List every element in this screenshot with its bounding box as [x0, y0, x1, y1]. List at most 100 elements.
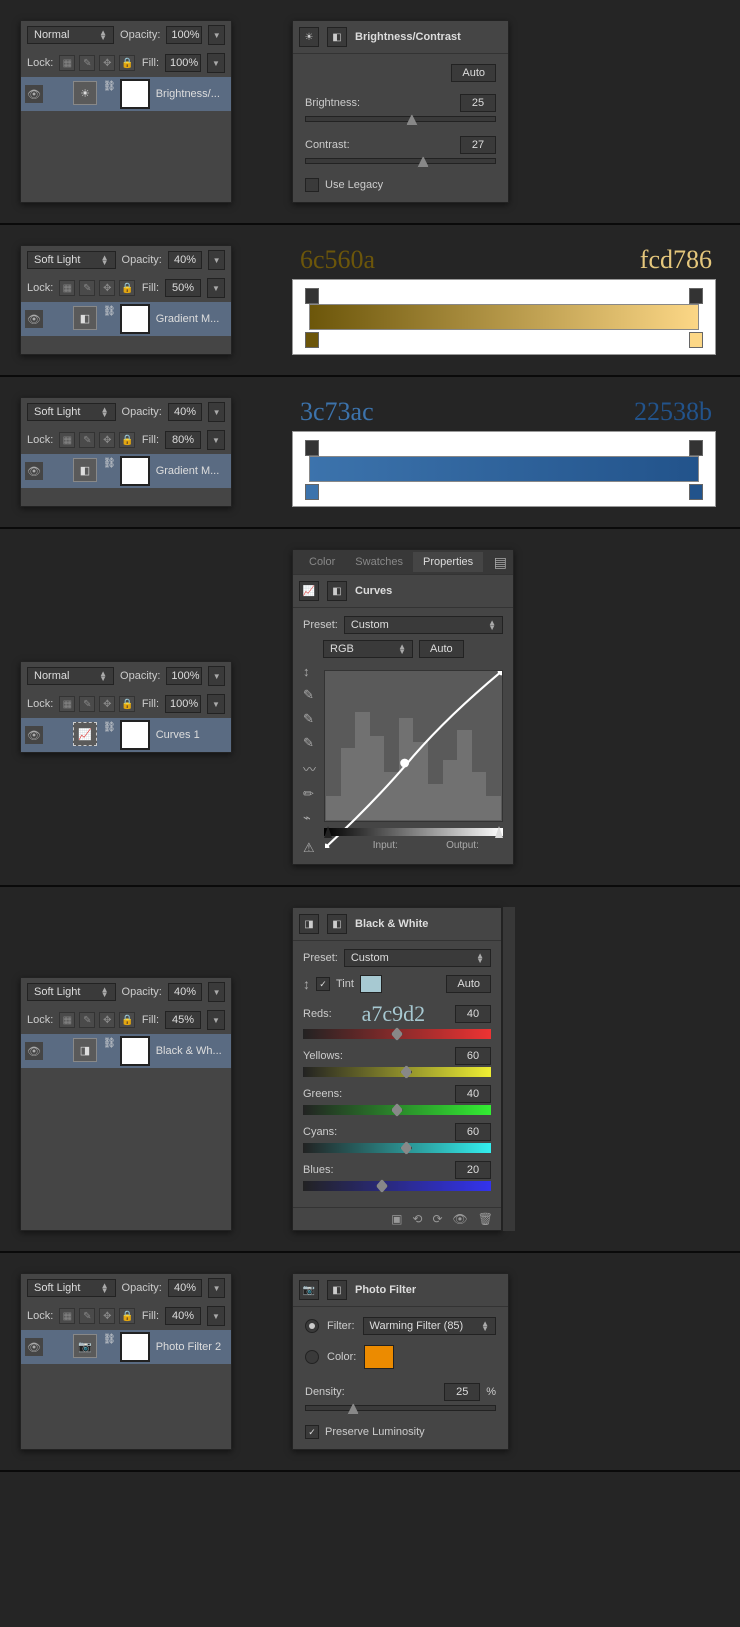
bw-value[interactable]: 20: [455, 1161, 491, 1179]
color-stop-left[interactable]: [305, 332, 319, 348]
blend-mode-dropdown[interactable]: Normal▲▼: [27, 26, 114, 44]
tab-swatches[interactable]: Swatches: [345, 552, 413, 572]
lock-paint-icon[interactable]: ✎: [79, 55, 95, 71]
fill-input[interactable]: 40%: [165, 1307, 201, 1325]
opacity-input[interactable]: 100%: [166, 26, 202, 44]
panel-menu-icon[interactable]: ▤: [494, 554, 507, 571]
mask-thumb[interactable]: [122, 81, 148, 107]
preset-dropdown[interactable]: Custom▲▼: [344, 616, 503, 634]
opacity-stop-left[interactable]: [305, 288, 319, 304]
mask-icon[interactable]: ◧: [327, 914, 347, 934]
gradient-editor[interactable]: [292, 431, 716, 507]
brightness-value[interactable]: 25: [460, 94, 496, 112]
eyedropper-gray-icon[interactable]: ✎: [303, 711, 316, 727]
gradient-editor[interactable]: [292, 279, 716, 355]
preserve-checkbox[interactable]: ✓: [305, 1425, 319, 1439]
bw-value[interactable]: 60: [455, 1047, 491, 1065]
prev-state-icon[interactable]: ⟲: [412, 1212, 422, 1226]
layer-row[interactable]: 👁 ◧⛓ Gradient M...: [21, 302, 231, 336]
fill-input[interactable]: 100%: [165, 695, 201, 713]
tab-properties[interactable]: Properties: [413, 552, 483, 572]
brightness-slider[interactable]: [305, 116, 496, 122]
color-radio[interactable]: [305, 1350, 319, 1364]
bw-slider[interactable]: [303, 1029, 491, 1039]
layer-row[interactable]: 👁 ◧⛓ Gradient M...: [21, 454, 231, 488]
eyedropper-black-icon[interactable]: ✎: [303, 687, 316, 703]
opacity-input[interactable]: 100%: [166, 667, 202, 685]
bw-value[interactable]: 40: [455, 1085, 491, 1103]
opacity-input[interactable]: 40%: [168, 251, 202, 269]
opacity-input[interactable]: 40%: [168, 983, 202, 1001]
fill-input[interactable]: 80%: [165, 431, 201, 449]
color-swatch[interactable]: [364, 1345, 394, 1369]
visibility-toggle[interactable]: 👁: [25, 310, 43, 328]
blend-mode-dropdown[interactable]: Soft Light▲▼: [27, 251, 116, 269]
auto-button[interactable]: Auto: [419, 640, 464, 658]
gradient-bar[interactable]: [309, 304, 699, 330]
lock-position-icon[interactable]: ✥: [99, 55, 115, 71]
tint-checkbox[interactable]: ✓: [316, 977, 330, 991]
contrast-value[interactable]: 27: [460, 136, 496, 154]
reset-icon[interactable]: ⟳: [432, 1212, 442, 1226]
blend-mode-dropdown[interactable]: Soft Light▲▼: [27, 1279, 116, 1297]
mask-icon[interactable]: ◧: [327, 581, 347, 601]
scrollbar[interactable]: [502, 907, 515, 1231]
visibility-toggle[interactable]: 👁: [25, 85, 43, 103]
filter-radio[interactable]: [305, 1319, 319, 1333]
curves-graph[interactable]: [324, 670, 503, 822]
density-slider[interactable]: [305, 1405, 496, 1411]
bw-value[interactable]: 60: [455, 1123, 491, 1141]
trash-icon[interactable]: 🗑: [478, 1212, 493, 1226]
fill-input[interactable]: 45%: [165, 1011, 201, 1029]
density-value[interactable]: 25: [444, 1383, 480, 1401]
lock-transparency-icon[interactable]: ▦: [59, 55, 75, 71]
contrast-slider[interactable]: [305, 158, 496, 164]
fill-input[interactable]: 100%: [165, 54, 201, 72]
adjustment-thumb[interactable]: ☀: [73, 81, 97, 105]
layer-row[interactable]: 👁 ☀ ⛓ Brightness/...: [21, 77, 231, 111]
clip-icon[interactable]: ▣: [391, 1212, 402, 1226]
lock-all-icon[interactable]: 🔒: [119, 55, 135, 71]
pencil-tool-icon[interactable]: ✏: [303, 786, 316, 802]
fill-dropdown-btn[interactable]: ▼: [207, 53, 225, 73]
opacity-input[interactable]: 40%: [168, 1279, 202, 1297]
visibility-icon[interactable]: 👁: [453, 1212, 468, 1226]
opacity-stop-right[interactable]: [689, 288, 703, 304]
adjustment-thumb[interactable]: 📈: [73, 722, 97, 746]
auto-button[interactable]: Auto: [446, 975, 491, 993]
adjustment-thumb[interactable]: ◧: [73, 306, 97, 330]
legacy-checkbox[interactable]: [305, 178, 319, 192]
bw-slider[interactable]: [303, 1143, 491, 1153]
gradient-bar[interactable]: [309, 456, 699, 482]
bw-slider[interactable]: [303, 1067, 491, 1077]
bw-slider[interactable]: [303, 1105, 491, 1115]
channel-dropdown[interactable]: RGB▲▼: [323, 640, 413, 658]
target-adjust-icon[interactable]: ↕: [303, 664, 316, 679]
layer-row[interactable]: 👁 ◨⛓ Black & Wh...: [21, 1034, 231, 1068]
mask-icon[interactable]: ◧: [327, 27, 347, 47]
opacity-input[interactable]: 40%: [168, 403, 202, 421]
opacity-dropdown-btn[interactable]: ▼: [208, 25, 225, 45]
blend-mode-dropdown[interactable]: Normal▲▼: [27, 667, 114, 685]
auto-button[interactable]: Auto: [451, 64, 496, 82]
bw-value[interactable]: 40: [455, 1005, 491, 1023]
layer-row[interactable]: 👁 📈⛓ Curves 1: [21, 718, 231, 752]
blend-mode-dropdown[interactable]: Soft Light▲▼: [27, 403, 116, 421]
preset-dropdown[interactable]: Custom▲▼: [344, 949, 491, 967]
filter-dropdown[interactable]: Warming Filter (85)▲▼: [363, 1317, 497, 1335]
target-adjust-icon[interactable]: ↕: [303, 976, 310, 992]
bw-slider[interactable]: [303, 1181, 491, 1191]
layer-row[interactable]: 👁 📷⛓ Photo Filter 2: [21, 1330, 231, 1364]
smooth-icon[interactable]: ⌁: [303, 810, 316, 826]
curves-panel: Color Swatches Properties ▤ 📈 ◧ Curves P…: [292, 549, 514, 865]
hex-right: fcd786: [640, 245, 712, 275]
eyedropper-white-icon[interactable]: ✎: [303, 735, 316, 751]
curve-tool-icon[interactable]: 〰: [303, 759, 316, 778]
fill-input[interactable]: 50%: [165, 279, 201, 297]
mask-icon[interactable]: ◧: [327, 1280, 347, 1300]
blend-mode-dropdown[interactable]: Soft Light▲▼: [27, 983, 116, 1001]
mask-thumb[interactable]: [122, 306, 148, 332]
tint-swatch[interactable]: [360, 975, 382, 993]
tab-color[interactable]: Color: [299, 552, 345, 572]
color-stop-right[interactable]: [689, 332, 703, 348]
